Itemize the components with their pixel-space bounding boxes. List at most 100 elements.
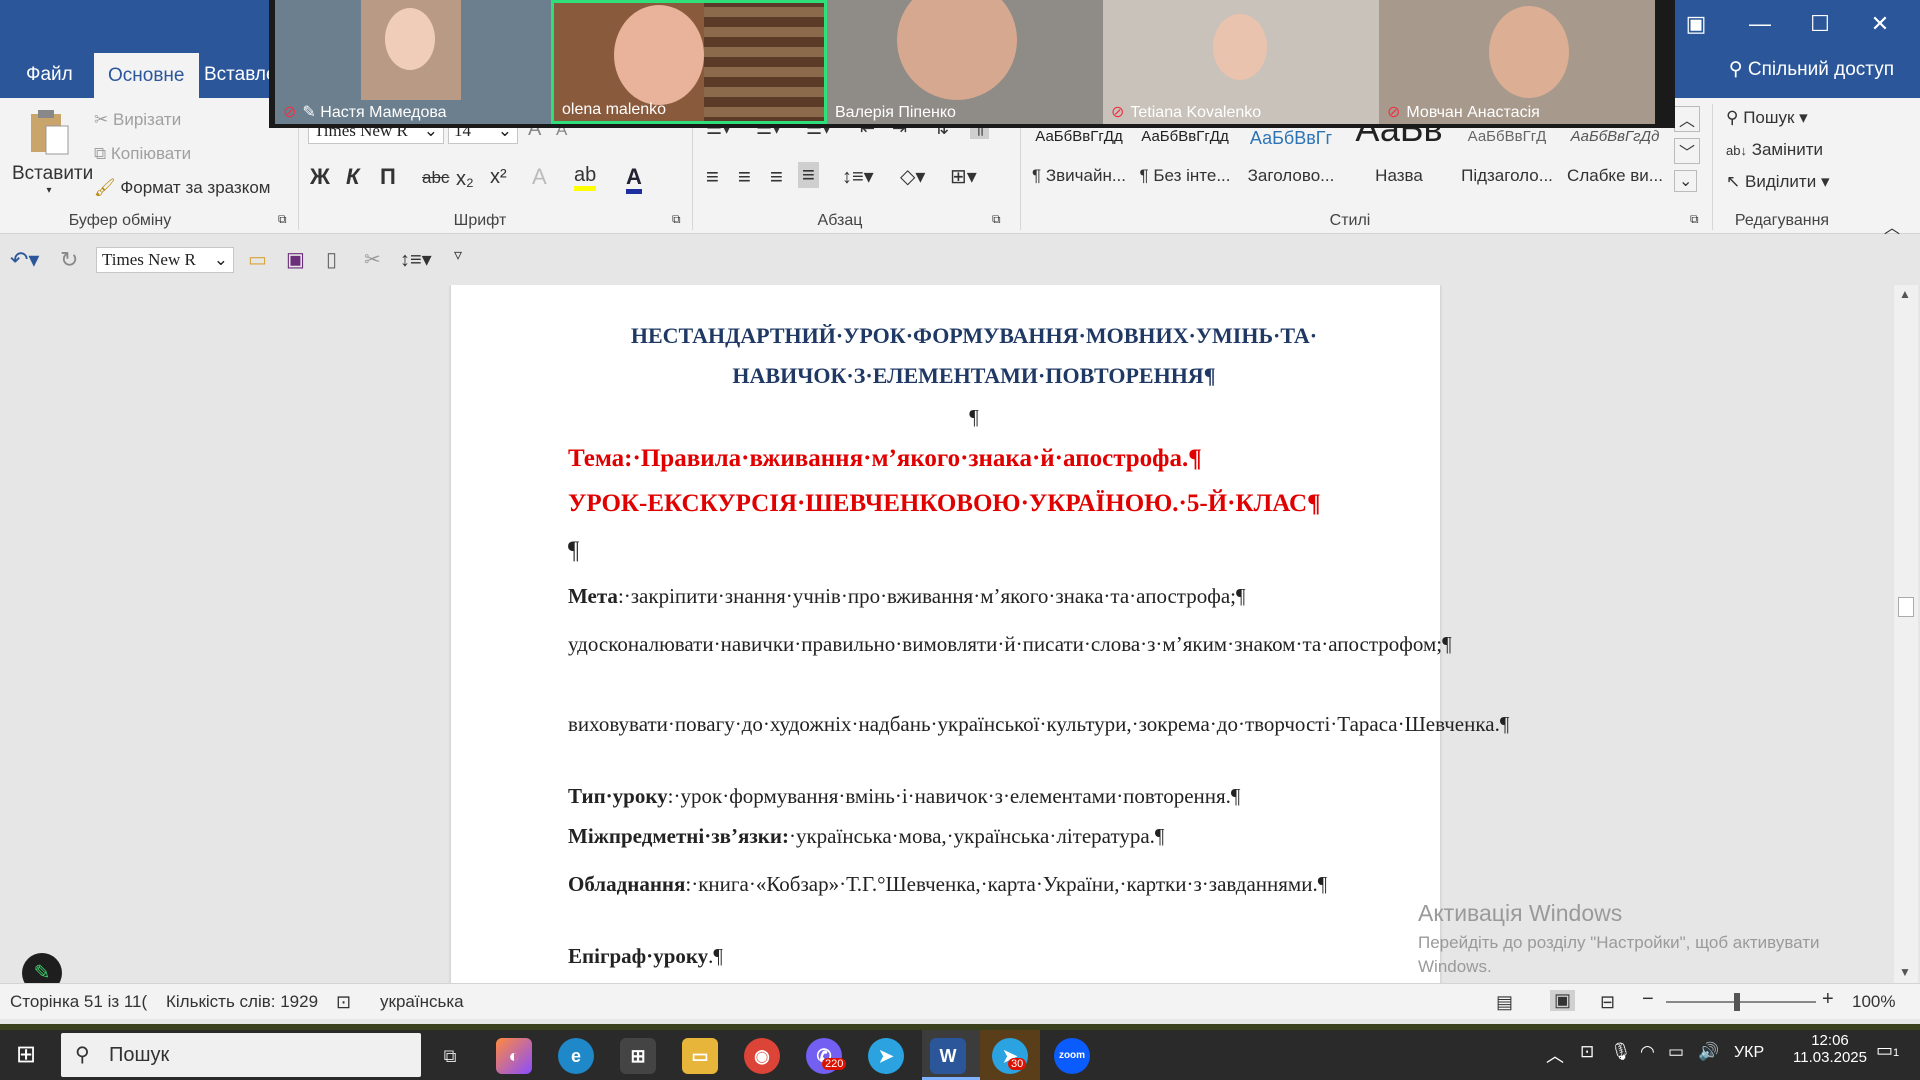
language-indicator[interactable]: УКР — [1734, 1044, 1764, 1062]
participant-tile[interactable]: ⊘ Tetiana Kovalenko — [1103, 0, 1379, 124]
align-center-icon[interactable]: ≡ — [738, 164, 751, 190]
qat-font-select[interactable]: Times New R ⌄ — [96, 247, 234, 273]
paste-button[interactable]: Вставити ▾ — [12, 108, 93, 196]
scroll-down-icon[interactable]: ▼ — [1899, 965, 1911, 979]
styles-group-label: Стилі — [1329, 212, 1371, 229]
highlight-icon[interactable]: ab — [574, 164, 597, 191]
page-count[interactable]: Сторінка 51 із 11( — [10, 992, 147, 1012]
chevron-up-icon[interactable]: ︿ — [1546, 1042, 1564, 1068]
edge-icon[interactable]: e — [558, 1038, 594, 1074]
tab-file[interactable]: Файл — [12, 52, 87, 98]
align-right-icon[interactable]: ≡ — [770, 164, 783, 190]
scissors-icon[interactable]: ✂ — [364, 247, 381, 272]
ribbon-display-icon[interactable]: ▣ — [1668, 6, 1724, 42]
style-heading[interactable]: Заголово... — [1238, 166, 1344, 186]
dialog-launcher-icon[interactable]: ⧉ — [992, 212, 1001, 227]
zoom-out-icon[interactable]: − — [1642, 988, 1654, 1011]
copy-button[interactable]: ⧉ Копіювати — [94, 144, 191, 164]
line-spacing-icon[interactable]: ↕≡▾ — [400, 247, 432, 272]
superscript-button[interactable]: x² — [490, 166, 507, 189]
zoom-video-strip: ⊘ ✎ Настя Мамедова olena malenko Валерія … — [269, 0, 1675, 128]
new-document-icon[interactable]: ▯ — [326, 247, 337, 272]
find-button[interactable]: ⚲ Пошук ▾ — [1726, 108, 1808, 128]
text-effects-icon[interactable]: A — [532, 164, 547, 190]
open-folder-icon[interactable]: ▭ — [248, 247, 267, 272]
save-icon[interactable]: ▣ — [286, 247, 305, 272]
replace-button[interactable]: ab↓ Замінити — [1726, 140, 1823, 160]
volume-icon[interactable]: 🔊 — [1698, 1042, 1719, 1062]
pen-icon[interactable]: ✎ — [22, 953, 62, 983]
shading-icon[interactable]: ◇▾ — [900, 164, 925, 189]
justify-icon[interactable]: ≡ — [798, 162, 819, 188]
zoom-level[interactable]: 100% — [1852, 992, 1895, 1012]
styles-scroll-up-icon[interactable]: ︿ — [1674, 106, 1701, 132]
clock[interactable]: 12:06 11.03.2025 — [1770, 1032, 1890, 1066]
minimize-button[interactable]: — — [1732, 6, 1788, 42]
notification-icon[interactable]: ▭1 — [1876, 1040, 1899, 1061]
zoom-slider[interactable] — [1666, 993, 1816, 1011]
close-button[interactable]: ✕ — [1852, 6, 1908, 42]
dialog-launcher-icon[interactable]: ⧉ — [672, 212, 681, 227]
cut-button[interactable]: ✂ Вирізати — [94, 110, 181, 130]
style-subtle-emphasis[interactable]: Слабке ви... — [1562, 166, 1668, 186]
redo-icon[interactable]: ↻ — [60, 247, 78, 273]
subscript-button[interactable]: x₂ — [456, 168, 474, 191]
undo-icon[interactable]: ↶▾ — [10, 247, 39, 273]
share-label: Спільний доступ — [1747, 59, 1894, 80]
web-layout-icon[interactable]: ⊟ — [1600, 992, 1615, 1013]
customize-qat-icon[interactable]: ▿ — [454, 245, 462, 265]
styles-scroll-down-icon[interactable]: ﹀ — [1674, 138, 1701, 164]
strikethrough-button[interactable]: abc — [422, 168, 449, 188]
taskbar-search[interactable]: ⚲ Пошук — [61, 1033, 421, 1077]
word-icon[interactable]: W — [930, 1038, 966, 1074]
maximize-button[interactable]: ☐ — [1792, 6, 1848, 42]
bold-button[interactable]: Ж — [310, 164, 330, 190]
task-view-icon[interactable]: ⧉ — [432, 1038, 468, 1074]
align-left-icon[interactable]: ≡ — [706, 164, 719, 190]
participant-tile[interactable]: Валерія Піпенко — [827, 0, 1103, 124]
borders-icon[interactable]: ⊞▾ — [950, 164, 977, 189]
style-no-spacing[interactable]: ¶ Без інте... — [1132, 166, 1238, 186]
language-status[interactable]: українська — [380, 992, 464, 1012]
italic-button[interactable]: К — [346, 164, 360, 190]
tab-home[interactable]: Основне — [94, 53, 199, 99]
windows-start-icon[interactable]: ⊞ — [16, 1040, 36, 1069]
store-icon[interactable]: ⊞ — [620, 1038, 656, 1074]
style-title[interactable]: Назва — [1346, 166, 1452, 186]
word-count[interactable]: Кількість слів: 1929 — [166, 992, 318, 1012]
share-button[interactable]: ⚲ Спільний доступ — [1729, 58, 1894, 81]
participant-tile[interactable]: ⊘ ✎ Настя Мамедова — [275, 0, 551, 124]
line-spacing-icon[interactable]: ↕≡▾ — [842, 164, 874, 189]
dialog-launcher-icon[interactable]: ⧉ — [278, 212, 287, 227]
equipment-label: Обладнання — [568, 872, 686, 896]
font-color-icon[interactable]: A — [626, 164, 642, 194]
scroll-up-icon[interactable]: ▲ — [1899, 287, 1911, 301]
zoom-in-icon[interactable]: + — [1822, 988, 1834, 1011]
zoom-slider-thumb[interactable] — [1734, 993, 1740, 1011]
microphone-icon[interactable]: 🎙 — [1610, 1042, 1632, 1062]
select-button[interactable]: ↖ Виділити ▾ — [1726, 172, 1829, 192]
underline-button[interactable]: П — [380, 164, 396, 190]
proofing-icon[interactable]: ⊡ — [336, 992, 351, 1013]
camera-icon[interactable]: ⊡ — [1580, 1042, 1594, 1062]
format-painter-button[interactable]: 🖌 Формат за зразком — [94, 178, 271, 198]
participant-tile[interactable]: ⊘ Мовчан Анастасія — [1379, 0, 1655, 124]
style-subtitle[interactable]: Підзаголо... — [1454, 166, 1560, 186]
scroll-thumb[interactable] — [1898, 597, 1914, 617]
read-mode-icon[interactable]: ▤ — [1496, 992, 1513, 1013]
style-normal[interactable]: ¶ Звичайн... — [1026, 166, 1132, 186]
copilot-icon[interactable]: ◐ — [496, 1038, 532, 1074]
vertical-scrollbar[interactable]: ▲ ▼ — [1894, 285, 1918, 983]
telegram-icon[interactable]: ➤ — [868, 1038, 904, 1074]
dialog-launcher-icon[interactable]: ⧉ — [1690, 212, 1699, 227]
zoom-app-icon[interactable]: zoom — [1054, 1038, 1090, 1074]
participant-tile-active[interactable]: olena malenko — [551, 0, 827, 124]
chrome-icon[interactable]: ◉ — [744, 1038, 780, 1074]
participant-name: olena malenko — [562, 101, 667, 118]
document-page[interactable]: НЕСТАНДАРТНИЙ·УРОК·ФОРМУВАННЯ·МОВНИХ·УМІ… — [451, 285, 1509, 983]
print-layout-icon[interactable]: ▣ — [1550, 990, 1576, 1011]
wifi-icon[interactable]: ◠ — [1640, 1042, 1655, 1062]
styles-more-icon[interactable]: ⌄ — [1674, 170, 1698, 192]
file-explorer-icon[interactable]: ▭ — [682, 1038, 718, 1074]
battery-icon[interactable]: ▭ — [1668, 1042, 1684, 1062]
